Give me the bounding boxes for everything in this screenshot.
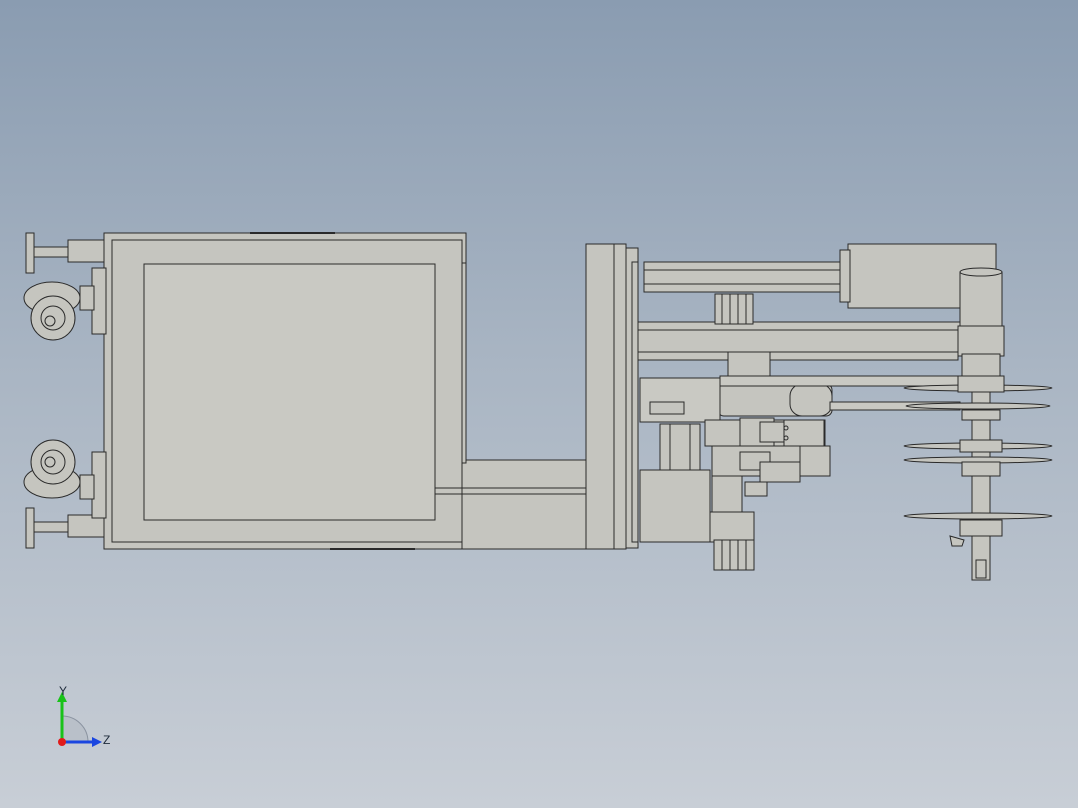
top-arm <box>643 243 997 309</box>
vertical-column <box>585 243 639 550</box>
z-arrowhead <box>92 737 102 747</box>
coordinate-triad: Y Z <box>50 684 120 750</box>
y-axis-label: Y <box>59 684 68 698</box>
spindle-assembly <box>903 267 1053 581</box>
leveling-foot-top <box>25 232 105 274</box>
x-axis-origin <box>58 738 66 746</box>
caster-wheel-bottom <box>23 439 107 519</box>
cad-graphics-viewport[interactable]: Y Z <box>0 0 1078 808</box>
caster-wheel-top <box>23 267 107 341</box>
triad-plane <box>61 715 89 743</box>
machine-assembly-drawing[interactable] <box>0 0 1078 808</box>
z-axis-label: Z <box>103 733 111 747</box>
main-frame <box>103 232 588 550</box>
